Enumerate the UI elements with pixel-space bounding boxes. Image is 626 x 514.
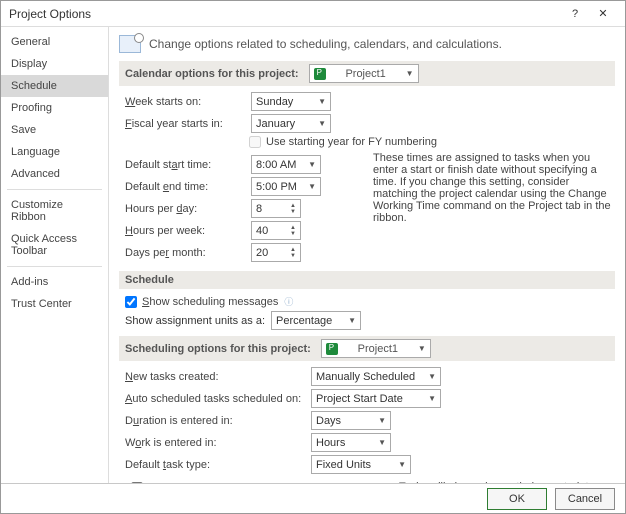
schedule-icon [119, 35, 141, 53]
sidebar-item-customize-ribbon[interactable]: Customize Ribbon [1, 194, 108, 228]
label-hours-day: Hours per day: [125, 203, 245, 215]
info-icon[interactable]: ⓘ [284, 295, 293, 308]
chevron-down-icon: ▼ [398, 460, 406, 469]
chevron-down-icon: ▼ [406, 69, 414, 78]
sidebar-item-addins[interactable]: Add-ins [1, 271, 108, 293]
sidebar-separator [7, 189, 102, 190]
project-options-dialog: Project Options ? ✕ General Display Sche… [0, 0, 626, 514]
label-fy-starts: Fiscal year starts in: [125, 118, 245, 130]
calendar-project-select[interactable]: Project1 ▼ [309, 64, 419, 83]
honor-constraint-checkbox[interactable]: Tasks will always honor their constraint… [382, 481, 600, 483]
section-schedule: Schedule [119, 271, 615, 289]
days-month-spinner[interactable]: 20▲▼ [251, 243, 301, 262]
sidebar-item-display[interactable]: Display [1, 53, 108, 75]
chevron-down-icon: ▼ [428, 394, 436, 403]
dialog-footer: OK Cancel [1, 483, 625, 513]
category-sidebar: General Display Schedule Proofing Save L… [1, 27, 109, 483]
task-type-select[interactable]: Fixed Units▼ [311, 455, 411, 474]
chevron-down-icon: ▼ [308, 160, 316, 169]
chevron-down-icon: ▼ [378, 438, 386, 447]
time-hint-text: These times are assigned to tasks when y… [373, 152, 615, 224]
chevron-down-icon: ▼ [348, 316, 356, 325]
use-fy-numbering-checkbox: Use starting year for FY numbering [249, 136, 437, 148]
label-hours-week: Hours per week: [125, 225, 245, 237]
work-select[interactable]: Hours▼ [311, 433, 391, 452]
ok-button[interactable]: OK [487, 488, 547, 510]
label-week-starts: Week starts on: [125, 96, 245, 108]
show-scheduling-messages-checkbox[interactable]: Show scheduling messages [125, 296, 278, 308]
page-subtitle: Change options related to scheduling, ca… [149, 37, 502, 51]
effort-driven-checkbox[interactable]: New tasks are effort driven [131, 482, 279, 484]
label-new-tasks: New tasks created: [125, 371, 305, 383]
cancel-button[interactable]: Cancel [555, 488, 615, 510]
window-title: Project Options [9, 7, 561, 21]
label-work: Work is entered in: [125, 437, 305, 449]
label-auto-sched: Auto scheduled tasks scheduled on: [125, 393, 305, 405]
label-days-month: Days per month: [125, 247, 245, 259]
default-end-select[interactable]: 5:00 PM▼ [251, 177, 321, 196]
sidebar-item-language[interactable]: Language [1, 141, 108, 163]
sidebar-item-schedule[interactable]: Schedule [1, 75, 108, 97]
chevron-down-icon: ▼ [378, 416, 386, 425]
chevron-down-icon: ▼ [318, 119, 326, 128]
hours-day-spinner[interactable]: 8▲▼ [251, 199, 301, 218]
section-calendar-options: Calendar options for this project: Proje… [119, 61, 615, 86]
chevron-down-icon: ▼ [308, 182, 316, 191]
sidebar-item-qat[interactable]: Quick Access Toolbar [1, 228, 108, 262]
week-starts-select[interactable]: Sunday▼ [251, 92, 331, 111]
label-default-end: Default end time: [125, 181, 245, 193]
label-assignment-units: Show assignment units as a: [125, 315, 265, 327]
close-button[interactable]: ✕ [589, 4, 617, 24]
sidebar-item-advanced[interactable]: Advanced [1, 163, 108, 185]
hours-week-spinner[interactable]: 40▲▼ [251, 221, 301, 240]
duration-select[interactable]: Days▼ [311, 411, 391, 430]
default-start-select[interactable]: 8:00 AM▼ [251, 155, 321, 174]
assignment-units-select[interactable]: Percentage▼ [271, 311, 361, 330]
auto-sched-select[interactable]: Project Start Date▼ [311, 389, 441, 408]
sched-project-select[interactable]: Project1 ▼ [321, 339, 431, 358]
label-duration: Duration is entered in: [125, 415, 305, 427]
help-button[interactable]: ? [561, 4, 589, 24]
label-task-type: Default task type: [125, 459, 305, 471]
project-icon [314, 68, 326, 80]
new-tasks-select[interactable]: Manually Scheduled▼ [311, 367, 441, 386]
sidebar-item-proofing[interactable]: Proofing [1, 97, 108, 119]
sidebar-item-general[interactable]: General [1, 31, 108, 53]
options-panel: Change options related to scheduling, ca… [109, 27, 625, 483]
project-icon [326, 343, 338, 355]
sidebar-item-save[interactable]: Save [1, 119, 108, 141]
info-icon[interactable]: ⓘ [285, 481, 294, 483]
chevron-down-icon: ▼ [428, 372, 436, 381]
sidebar-separator [7, 266, 102, 267]
section-scheduling-options: Scheduling options for this project: Pro… [119, 336, 615, 361]
sidebar-item-trust-center[interactable]: Trust Center [1, 293, 108, 315]
titlebar: Project Options ? ✕ [1, 1, 625, 27]
chevron-down-icon: ▼ [418, 344, 426, 353]
fy-starts-select[interactable]: January▼ [251, 114, 331, 133]
label-default-start: Default start time: [125, 159, 245, 171]
chevron-down-icon: ▼ [318, 97, 326, 106]
